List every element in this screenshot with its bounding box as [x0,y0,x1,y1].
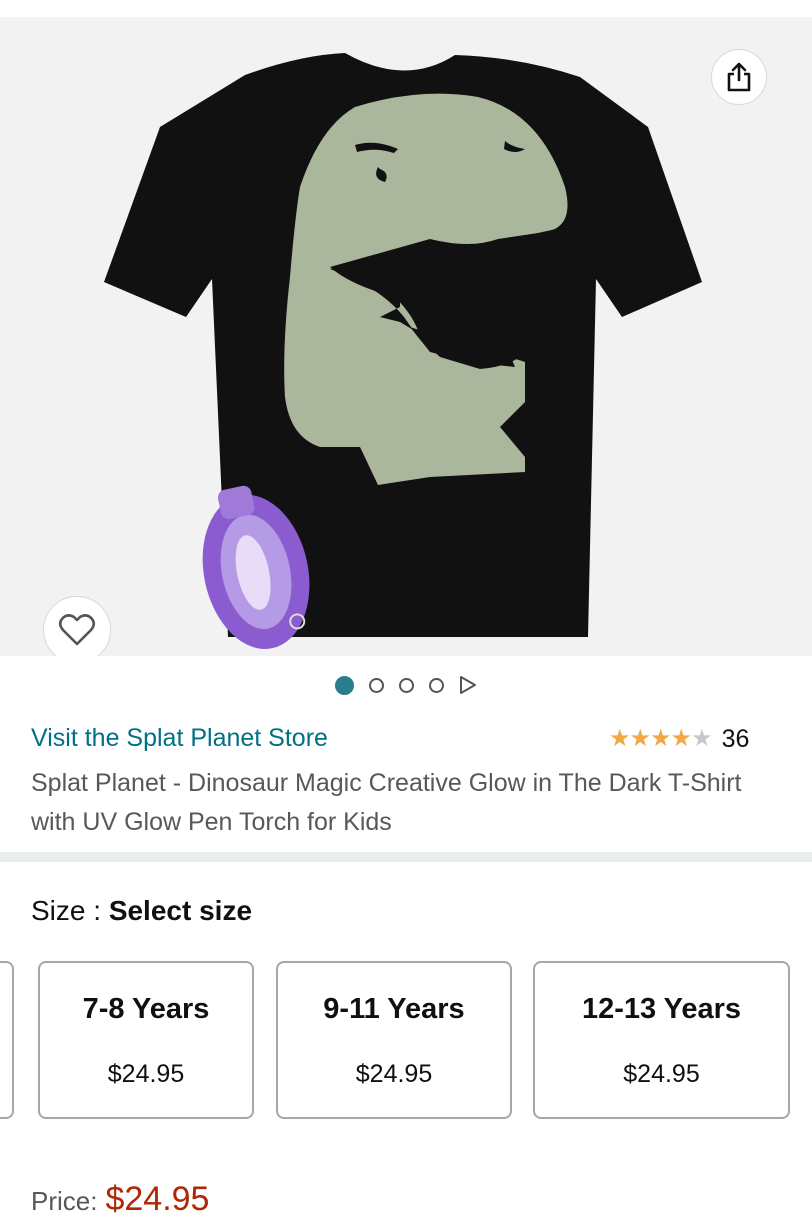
star-rating-icon: ★★★★★ [609,725,713,752]
size-option-name: 7-8 Years [82,993,210,1025]
carousel-dot-1[interactable] [335,675,354,695]
carousel-dot-2[interactable] [369,677,384,693]
section-divider [0,852,812,862]
size-selected-value: Select size [108,895,253,926]
product-title: Splat Planet - Dinosaur Magic Creative G… [31,769,742,836]
price-amount: $24.95 [105,1180,210,1218]
image-carousel-indicator[interactable] [0,656,812,714]
size-option-name: 9-11 Years [323,993,465,1025]
rating-count: 36 [721,724,750,753]
carousel-dot-3[interactable] [399,677,414,693]
size-option-partial[interactable] [0,961,14,1119]
size-option-12-13[interactable]: 12-13 Years $24.95 [533,961,790,1119]
carousel-dot-4[interactable] [429,677,444,693]
play-video-icon[interactable] [459,675,477,695]
size-option-7-8[interactable]: 7-8 Years $24.95 [38,961,254,1119]
wishlist-button[interactable] [43,596,111,656]
share-icon [727,62,751,92]
size-label: Size : Select size [31,895,252,927]
size-option-price: $24.95 [107,1060,185,1088]
size-option-name: 12-13 Years [581,993,742,1025]
share-button[interactable] [711,49,767,105]
store-link[interactable]: Visit the Splat Planet Store [31,724,328,753]
size-option-price: $24.95 [623,1060,700,1088]
rating-summary[interactable]: ★★★★★ 36 [609,724,749,754]
size-option-price: $24.95 [355,1060,433,1088]
price-label: Price: [31,1186,98,1216]
size-label-text: Size : [31,895,109,926]
product-image[interactable] [0,17,812,656]
heart-icon [58,614,96,646]
product-image-gallery[interactable] [0,0,812,656]
size-option-9-11[interactable]: 9-11 Years $24.95 [276,961,512,1119]
